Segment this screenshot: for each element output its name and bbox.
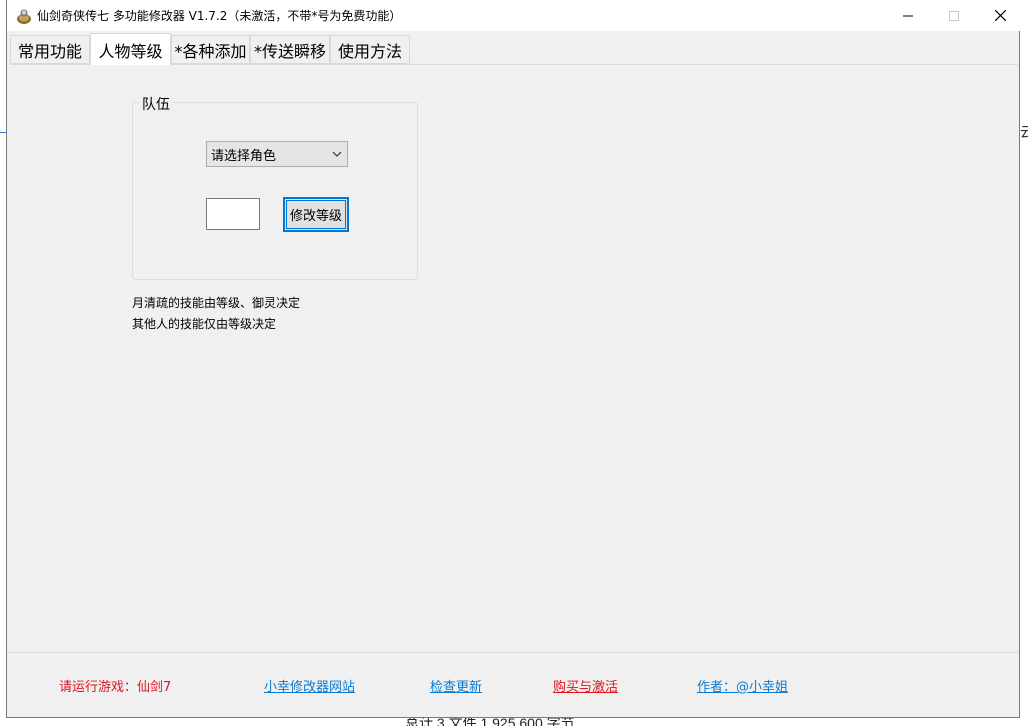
maximize-button[interactable] <box>931 0 977 31</box>
app-icon <box>17 9 31 24</box>
website-link[interactable]: 小幸修改器网站 <box>264 676 355 695</box>
tab-strip: 常用功能 人物等级 *各种添加 *传送瞬移 使用方法 <box>10 33 1018 65</box>
tab-add-items[interactable]: *各种添加 <box>171 35 250 64</box>
author-link[interactable]: 作者：@小幸姐 <box>697 676 788 695</box>
minimize-button[interactable] <box>885 0 931 31</box>
skill-note-line-2: 其他人的技能仅由等级决定 <box>132 317 277 331</box>
check-update-link[interactable]: 检查更新 <box>430 676 482 695</box>
window-title: 仙剑奇侠传七 多功能修改器 V1.7.2（未激活，不带*号为免费功能） <box>37 9 402 23</box>
modify-level-button[interactable]: 修改等级 <box>283 197 349 232</box>
level-input[interactable] <box>206 198 260 230</box>
background-window-glyph: 云 <box>1020 125 1028 141</box>
tab-usage-guide[interactable]: 使用方法 <box>330 35 410 64</box>
maximize-icon <box>949 10 959 21</box>
buy-activate-link[interactable]: 购买与激活 <box>553 676 618 695</box>
close-icon <box>994 10 1006 21</box>
team-groupbox <box>132 102 418 280</box>
footer-divider <box>7 652 1019 653</box>
game-status-label: 请运行游戏：仙剑7 <box>59 680 172 695</box>
character-select[interactable]: 请选择角色 <box>206 141 348 167</box>
character-select-value: 请选择角色 <box>211 148 277 164</box>
close-button[interactable] <box>977 0 1023 31</box>
team-group-legend: 队伍 <box>139 94 173 114</box>
chevron-down-icon <box>332 151 342 157</box>
tab-teleport[interactable]: *传送瞬移 <box>250 35 330 64</box>
tab-common-functions[interactable]: 常用功能 <box>10 35 90 64</box>
title-bar[interactable]: 仙剑奇侠传七 多功能修改器 V1.7.2（未激活，不带*号为免费功能） <box>7 0 1021 31</box>
trainer-window: 仙剑奇侠传七 多功能修改器 V1.7.2（未激活，不带*号为免费功能） 常用功能… <box>6 0 1021 718</box>
minimize-icon <box>903 15 913 16</box>
skill-note-line-1: 月清疏的技能由等级、御灵决定 <box>132 296 301 310</box>
tab-character-level[interactable]: 人物等级 <box>90 33 171 65</box>
